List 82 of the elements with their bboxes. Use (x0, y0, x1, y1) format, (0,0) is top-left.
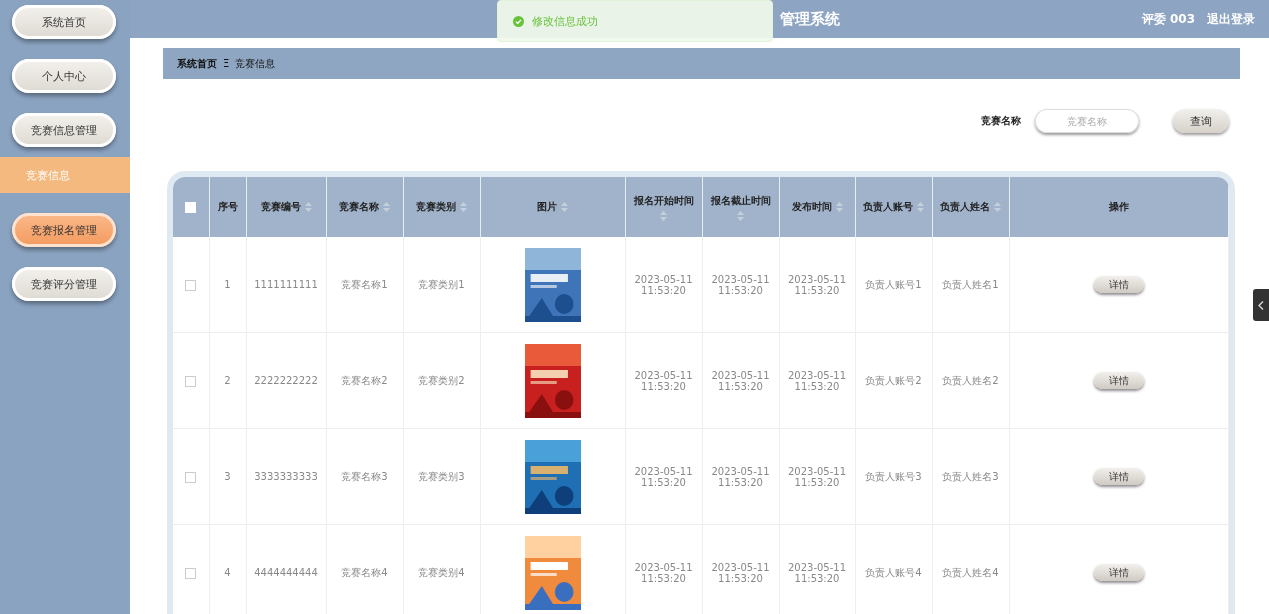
check-icon (513, 15, 524, 27)
breadcrumb-link[interactable]: 系统首页 (177, 56, 217, 71)
user-name: 评委 003 (1141, 10, 1195, 28)
sort-icon[interactable] (304, 202, 312, 213)
table-cell: 负责人账号1 (865, 278, 922, 290)
table-cell: 竞赛类别3 (418, 470, 465, 482)
sidebar-item[interactable]: 竞赛信息管理 (12, 113, 116, 147)
table-cell: 3333333333 (254, 471, 318, 483)
details-button[interactable]: 详情 (1093, 276, 1144, 294)
sidebar-item[interactable]: 个人中心 (12, 59, 116, 93)
table-cell: 竞赛类别4 (418, 566, 465, 578)
sort-icon[interactable] (460, 202, 467, 213)
column-header: 负责人账号 (863, 200, 913, 215)
table-cell: 2023-05-11 11:53:20 (787, 273, 847, 296)
sidebar-item[interactable]: 竞赛报名管理 (12, 213, 116, 247)
row-checkbox[interactable] (185, 279, 197, 291)
table-cell: 负责人账号2 (865, 374, 922, 386)
chevron-left-icon (1258, 300, 1264, 310)
column-header: 竞赛编号 (260, 200, 301, 215)
select-all-checkbox[interactable] (185, 202, 197, 214)
table-cell: 负责人姓名4 (942, 566, 999, 578)
search-label: 竞赛名称 (981, 114, 1021, 129)
window-title: 管理系统 (780, 9, 840, 29)
table-cell: 竞赛类别2 (418, 374, 465, 386)
search-button[interactable]: 查询 (1173, 109, 1229, 134)
sidebar-item[interactable]: 竞赛评分管理 (12, 267, 116, 301)
table-cell: 负责人姓名3 (942, 470, 999, 482)
table-cell: 竞赛名称2 (341, 374, 388, 386)
toast-message: 修改信息成功 (532, 13, 598, 29)
table-cell: 2023-05-11 11:53:20 (711, 561, 770, 584)
table-cell: 竞赛名称3 (341, 470, 388, 482)
table-cell: 负责人姓名2 (942, 374, 999, 386)
table-cell: 4444444444 (254, 567, 318, 579)
table-cell: 4 (224, 567, 231, 579)
table-cell: 2023-05-11 11:53:20 (787, 561, 847, 584)
expand-tab[interactable] (1253, 289, 1269, 321)
table-cell: 竞赛名称4 (341, 566, 388, 578)
table-cell: 负责人账号3 (865, 470, 922, 482)
column-header: 负责人姓名 (940, 200, 990, 215)
table-cell: 2023-05-11 11:53:20 (634, 465, 693, 488)
sort-icon[interactable] (383, 202, 390, 213)
row-checkbox[interactable] (185, 471, 197, 483)
column-header: 发布时间 (791, 200, 832, 215)
table-cell: 1111111111 (254, 279, 318, 291)
column-header: 报名开始时间 (633, 193, 694, 208)
table-cell: 2023-05-11 11:53:20 (634, 561, 693, 584)
column-header: 图片 (537, 200, 557, 215)
table-cell: 2023-05-11 11:53:20 (787, 369, 847, 392)
table-cell: 2 (224, 375, 231, 387)
row-checkbox[interactable] (185, 567, 197, 579)
table-cell: 竞赛类别1 (418, 278, 465, 290)
sort-icon[interactable] (835, 202, 843, 213)
table-cell: 2023-05-11 11:53:20 (711, 465, 770, 488)
table-cell: 2222222222 (254, 375, 318, 387)
breadcrumb-current: 竞赛信息 (235, 56, 276, 71)
column-header: 操作 (1108, 200, 1129, 215)
row-checkbox[interactable] (185, 375, 197, 387)
table-cell: 负责人账号4 (865, 566, 922, 578)
breadcrumb-separator: Ξ (223, 58, 230, 70)
table-cell: 2023-05-11 11:53:20 (711, 369, 770, 392)
sort-icon[interactable] (660, 210, 667, 221)
details-button[interactable]: 详情 (1093, 372, 1144, 390)
table-cell: 1 (224, 279, 231, 291)
column-header: 竞赛类别 (416, 200, 456, 215)
details-button[interactable]: 详情 (1093, 564, 1144, 582)
column-header: 序号 (217, 200, 238, 215)
sort-icon[interactable] (561, 202, 568, 213)
table-cell: 负责人姓名1 (942, 278, 999, 290)
search-field[interactable]: 竞赛名称 (1035, 109, 1139, 134)
table-cell: 2023-05-11 11:53:20 (787, 465, 847, 488)
details-button[interactable]: 详情 (1093, 468, 1144, 486)
sort-icon[interactable] (917, 202, 924, 213)
table-cell: 竞赛名称1 (341, 278, 388, 290)
table-cell: 2023-05-11 11:53:20 (711, 273, 770, 296)
sidebar-item[interactable]: 系统首页 (12, 5, 116, 39)
table-cell: 3 (224, 471, 231, 483)
sort-icon[interactable] (737, 210, 744, 221)
column-header: 报名截止时间 (710, 193, 771, 208)
column-header: 竞赛名称 (339, 200, 379, 215)
sort-icon[interactable] (994, 202, 1001, 213)
table-cell: 2023-05-11 11:53:20 (634, 273, 693, 296)
table-cell: 2023-05-11 11:53:20 (634, 369, 693, 392)
